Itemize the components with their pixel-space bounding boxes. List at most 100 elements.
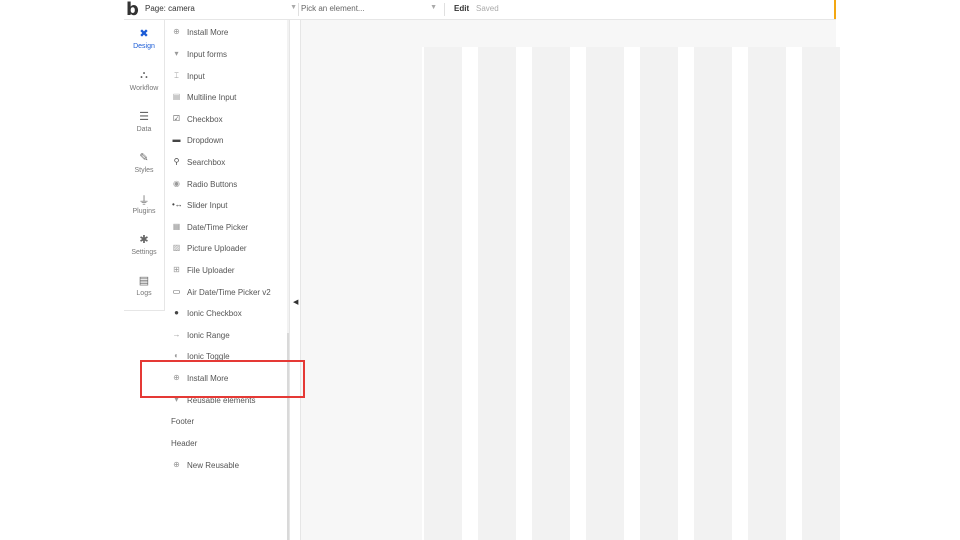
- nav-data[interactable]: ☰ Data: [124, 106, 164, 146]
- palette-item-picture-uploader[interactable]: ▨ Picture Uploader: [164, 238, 289, 259]
- nav-label: Styles: [134, 167, 154, 174]
- palette-item-slider-input[interactable]: •↔ Slider Input: [164, 195, 289, 216]
- chevron-down-icon: ▼: [430, 4, 437, 11]
- grid-column: [640, 47, 678, 540]
- palette-item-ionic-checkbox[interactable]: ● Ionic Checkbox: [164, 303, 289, 324]
- plus-circle-icon: ⊕: [173, 27, 180, 36]
- palette-item-dropdown[interactable]: ▬ Dropdown: [164, 130, 289, 151]
- editor-canvas[interactable]: [301, 20, 840, 540]
- grid-column: [586, 47, 624, 540]
- bubble-logo[interactable]: b: [126, 0, 139, 20]
- search-icon: ⚲: [173, 157, 180, 166]
- palette-item-input[interactable]: ⌶ Input: [164, 66, 289, 87]
- edit-menu[interactable]: Edit: [454, 4, 469, 13]
- palette-item-label: New Reusable: [187, 461, 240, 470]
- slider-icon: •↔: [172, 200, 183, 209]
- grid-column: [478, 47, 516, 540]
- palette-item-new-reusable[interactable]: ⊕ New Reusable: [164, 455, 289, 476]
- page-canvas[interactable]: [422, 47, 840, 540]
- grid-column: [748, 47, 786, 540]
- palette-item-label: Air Date/Time Picker v2: [187, 288, 271, 297]
- nav-label: Design: [133, 43, 155, 50]
- plug-icon: ⏚: [138, 195, 150, 207]
- palette-collapse-handle[interactable]: ◀: [290, 20, 301, 540]
- reusable-item-header[interactable]: Header: [164, 433, 289, 454]
- palette-item-label: Dropdown: [187, 136, 224, 145]
- picture-icon: ▨: [172, 243, 181, 252]
- plus-circle-icon: ⊕: [173, 460, 180, 469]
- palette-item-label: Checkbox: [187, 115, 223, 124]
- palette-item-label: Radio Buttons: [187, 180, 238, 189]
- palette-item-ionic-range[interactable]: → Ionic Range: [164, 325, 289, 346]
- nav-settings[interactable]: ✱ Settings: [124, 229, 164, 269]
- element-selector[interactable]: Pick an element... ▼: [301, 4, 437, 16]
- palette-item-label: Input: [187, 72, 205, 81]
- palette-item-label: Slider Input: [187, 201, 228, 210]
- palette-item-checkbox[interactable]: ☑ Checkbox: [164, 109, 289, 130]
- nav-label: Plugins: [132, 208, 156, 215]
- reusable-label: Footer: [171, 417, 195, 426]
- toggle-icon: ◐: [174, 351, 179, 360]
- palette-item-radio-buttons[interactable]: ◉ Radio Buttons: [164, 174, 289, 195]
- highlight-box: [140, 360, 305, 398]
- range-icon: →: [172, 330, 181, 339]
- bubble-editor: b Page: camera ▼ Pick an element... ▼ Ed…: [124, 0, 840, 540]
- calendar-icon: ▦: [172, 222, 181, 231]
- nav-plugins[interactable]: ⏚ Plugins: [124, 188, 164, 228]
- nav-label: Workflow: [129, 85, 159, 92]
- palette-item-label: Ionic Range: [187, 331, 230, 340]
- caret-down-icon: ▾: [174, 49, 179, 58]
- multiline-icon: ▤: [172, 92, 181, 101]
- grid-column: [802, 47, 840, 540]
- document-icon: ▤: [138, 275, 150, 287]
- grid-column: [532, 47, 570, 540]
- nav-workflow[interactable]: ⛬ Workflow: [124, 65, 164, 105]
- file-upload-icon: ⊞: [173, 265, 180, 274]
- palette-item-file-uploader[interactable]: ⊞ File Uploader: [164, 260, 289, 281]
- design-icon: ✖: [139, 28, 149, 40]
- save-status: Saved: [476, 4, 499, 13]
- input-icon: ⌶: [174, 71, 179, 80]
- page-selector[interactable]: Page: camera ▼: [145, 4, 297, 16]
- element-selector-placeholder: Pick an element...: [301, 4, 365, 13]
- category-input-forms[interactable]: ▾ Input forms: [164, 44, 289, 65]
- gear-icon: ✱: [139, 234, 149, 246]
- top-bar: b Page: camera ▼ Pick an element... ▼ Ed…: [124, 0, 836, 20]
- nav-label: Settings: [131, 249, 157, 256]
- nav-label: Logs: [136, 290, 152, 297]
- divider: [298, 3, 299, 16]
- reusable-item-footer[interactable]: Footer: [164, 411, 289, 432]
- reusable-label: Header: [171, 439, 198, 448]
- dropdown-icon: ▬: [172, 135, 181, 144]
- accent-bar: [834, 0, 836, 19]
- palette-item-air-date-time-picker-v2[interactable]: ▭ Air Date/Time Picker v2: [164, 282, 289, 303]
- nav-styles[interactable]: ✎ Styles: [124, 147, 164, 187]
- palette-item-label: Multiline Input: [187, 93, 237, 102]
- palette-item-date-time-picker[interactable]: ▦ Date/Time Picker: [164, 217, 289, 238]
- nav-logs[interactable]: ▤ Logs: [124, 270, 164, 310]
- chevron-down-icon: ▼: [290, 4, 297, 11]
- palette-item-label: Picture Uploader: [187, 244, 247, 253]
- palette-item-label: Searchbox: [187, 158, 226, 167]
- ionic-check-icon: ●: [174, 308, 179, 317]
- palette-item-install-more[interactable]: ⊕ Install More: [164, 22, 289, 43]
- palette-item-label: Ionic Checkbox: [187, 309, 242, 318]
- palette-item-label: Date/Time Picker: [187, 223, 249, 232]
- nav-design[interactable]: ✖ Design: [124, 23, 164, 63]
- left-nav: ✖ Design ⛬ Workflow ☰ Data ✎ Styles ⏚ Pl…: [124, 20, 165, 311]
- divider: [444, 3, 445, 16]
- caret-left-icon: ◀: [293, 299, 299, 306]
- grid-column: [424, 47, 462, 540]
- palette-item-label: File Uploader: [187, 266, 235, 275]
- grid-column: [694, 47, 732, 540]
- database-icon: ☰: [139, 111, 149, 123]
- checkbox-icon: ☑: [172, 114, 181, 123]
- nav-label: Data: [136, 126, 152, 133]
- calendar-icon: ▭: [172, 287, 181, 296]
- brush-icon: ✎: [139, 152, 149, 164]
- element-palette: ⊕ Install More ▾ Input forms ⌶ Input ▤ M…: [164, 20, 290, 540]
- page-selector-label: Page: camera: [145, 4, 195, 13]
- palette-item-searchbox[interactable]: ⚲ Searchbox: [164, 152, 289, 173]
- category-label: Input forms: [187, 50, 228, 59]
- palette-item-multiline-input[interactable]: ▤ Multiline Input: [164, 87, 289, 108]
